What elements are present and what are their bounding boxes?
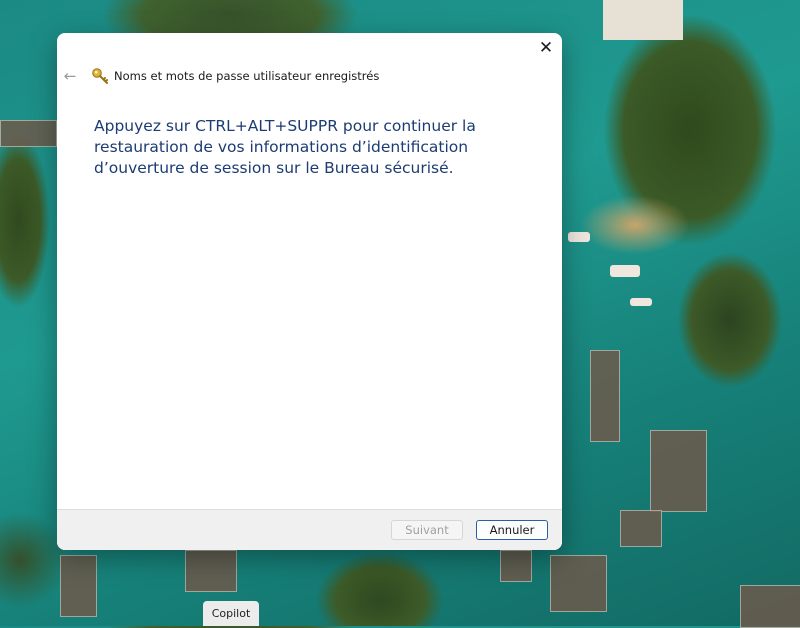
wallpaper-fish-farm <box>60 555 97 617</box>
wallpaper-fish-farm <box>550 555 607 612</box>
wallpaper-boat <box>630 298 652 306</box>
dialog-title: Noms et mots de passe utilisateur enregi… <box>114 69 380 83</box>
back-button[interactable]: ← <box>61 67 79 85</box>
wallpaper-fish-farm <box>590 350 620 442</box>
wallpaper-fish-farm <box>500 550 532 582</box>
wallpaper-fish-farm <box>620 510 662 547</box>
back-arrow-icon: ← <box>63 67 77 85</box>
wallpaper-boat <box>603 0 683 40</box>
wallpaper-beach <box>580 195 690 255</box>
next-button[interactable]: Suivant <box>391 520 463 540</box>
close-icon: ✕ <box>538 38 554 58</box>
key-icon <box>92 68 108 84</box>
wallpaper-fish-farm <box>0 120 57 147</box>
copilot-tooltip: Copilot <box>203 601 259 626</box>
wallpaper-fish-farm <box>650 430 707 512</box>
wallpaper-fish-farm <box>740 585 800 628</box>
credential-manager-dialog: ✕ ← Noms et mots de passe utilisateur en… <box>57 33 562 550</box>
dialog-footer: Suivant Annuler <box>57 509 562 550</box>
wallpaper-fish-farm <box>185 550 237 592</box>
wallpaper-boat <box>610 265 640 277</box>
cancel-button[interactable]: Annuler <box>476 520 548 540</box>
instruction-message: Appuyez sur CTRL+ALT+SUPPR pour continue… <box>94 117 476 177</box>
close-button[interactable]: ✕ <box>536 38 556 58</box>
dialog-header: ← Noms et mots de passe utilisateur enre… <box>57 61 562 91</box>
wallpaper-boat <box>568 232 590 242</box>
